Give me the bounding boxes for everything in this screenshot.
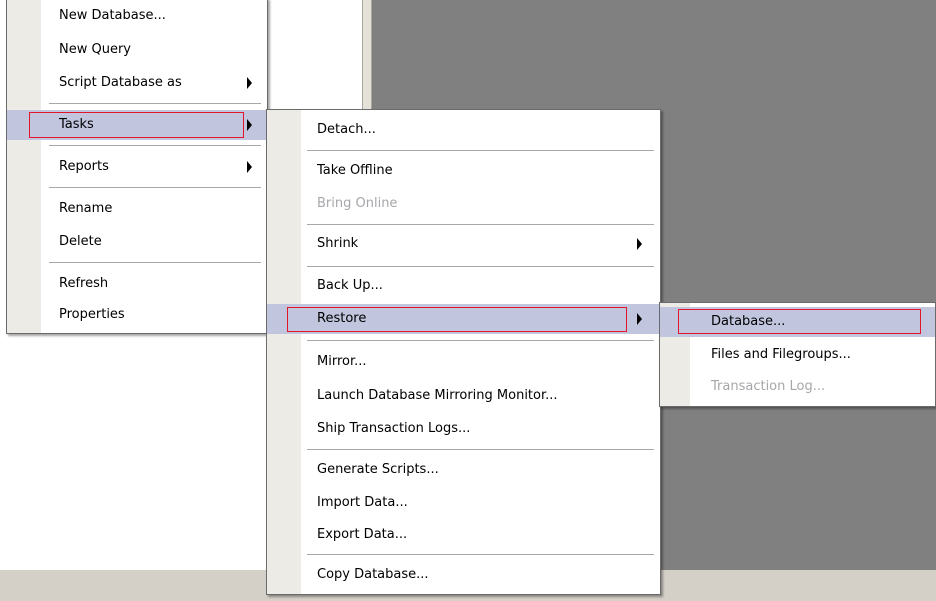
menu-item-files-and-filegroups[interactable]: Files and Filegroups... (660, 340, 935, 370)
menu-item-properties[interactable]: Properties (7, 300, 267, 330)
menu-item-shrink[interactable]: Shrink (267, 229, 660, 259)
menu-item-label: Script Database as (59, 75, 182, 90)
menu-item-generate-scripts[interactable]: Generate Scripts... (267, 455, 660, 485)
menu-separator (307, 340, 654, 341)
restore-submenu: Database... Files and Filegroups... Tran… (659, 302, 936, 407)
highlight-box (29, 112, 244, 138)
menu-item-label: Properties (59, 307, 125, 322)
menu-item-copy-database[interactable]: Copy Database... (267, 560, 660, 590)
menu-separator (49, 262, 261, 263)
menu-item-label: Launch Database Mirroring Monitor... (317, 388, 558, 403)
menu-item-take-offline[interactable]: Take Offline (267, 156, 660, 186)
menu-item-import-data[interactable]: Import Data... (267, 488, 660, 518)
menu-item-label: New Query (59, 42, 131, 57)
menu-item-label: Files and Filegroups... (711, 347, 851, 362)
menu-item-label: Generate Scripts... (317, 462, 439, 477)
submenu-arrow-icon (247, 77, 252, 89)
highlight-box (287, 307, 627, 332)
menu-item-label: Copy Database... (317, 567, 429, 582)
menu-item-label: Refresh (59, 276, 109, 291)
menu-item-label: Import Data... (317, 495, 408, 510)
menu-item-label: Delete (59, 234, 102, 249)
menu-item-new-database[interactable]: New Database... (7, 1, 267, 31)
menu-item-label: Shrink (317, 236, 359, 251)
menu-item-restore-database[interactable]: Database... (660, 307, 935, 337)
menu-item-bring-online: Bring Online (267, 189, 660, 219)
menu-item-label: Rename (59, 201, 113, 216)
menu-item-label: Take Offline (317, 163, 393, 178)
submenu-arrow-icon (637, 238, 642, 250)
submenu-arrow-icon (247, 161, 252, 173)
menu-separator (307, 224, 654, 225)
highlight-box (678, 309, 921, 334)
menu-separator (49, 145, 261, 146)
menu-item-rename[interactable]: Rename (7, 194, 267, 224)
menu-item-mirror[interactable]: Mirror... (267, 347, 660, 377)
menu-item-label: Transaction Log... (711, 379, 826, 394)
menu-item-label: Bring Online (317, 196, 398, 211)
menu-item-detach[interactable]: Detach... (267, 115, 660, 145)
menu-item-back-up[interactable]: Back Up... (267, 271, 660, 301)
menu-separator (307, 150, 654, 151)
menu-item-refresh[interactable]: Refresh (7, 269, 267, 299)
menu-item-label: Mirror... (317, 354, 367, 369)
menu-separator (307, 554, 654, 555)
menu-item-restore[interactable]: Restore (267, 304, 660, 334)
tasks-submenu: Detach... Take Offline Bring Online Shri… (266, 109, 661, 595)
submenu-arrow-icon (247, 119, 252, 131)
menu-item-export-data[interactable]: Export Data... (267, 520, 660, 550)
menu-item-label: Ship Transaction Logs... (317, 421, 471, 436)
database-context-menu: New Database... New Query Script Databas… (6, 0, 268, 334)
menu-item-label: Reports (59, 159, 109, 174)
menu-item-launch-mirroring-monitor[interactable]: Launch Database Mirroring Monitor... (267, 381, 660, 411)
menu-item-transaction-log: Transaction Log... (660, 372, 935, 402)
menu-item-label: New Database... (59, 8, 166, 23)
menu-item-label: Detach... (317, 122, 376, 137)
menu-item-label: Export Data... (317, 527, 408, 542)
menu-separator (49, 187, 261, 188)
menu-item-label: Back Up... (317, 278, 383, 293)
menu-item-reports[interactable]: Reports (7, 152, 267, 182)
menu-item-tasks[interactable]: Tasks (7, 110, 267, 140)
menu-item-ship-transaction-logs[interactable]: Ship Transaction Logs... (267, 414, 660, 444)
menu-separator (307, 449, 654, 450)
menu-item-delete[interactable]: Delete (7, 227, 267, 257)
menu-separator (307, 266, 654, 267)
menu-separator (49, 103, 261, 104)
menu-item-new-query[interactable]: New Query (7, 35, 267, 65)
menu-item-script-database-as[interactable]: Script Database as (7, 68, 267, 98)
submenu-arrow-icon (637, 313, 642, 325)
